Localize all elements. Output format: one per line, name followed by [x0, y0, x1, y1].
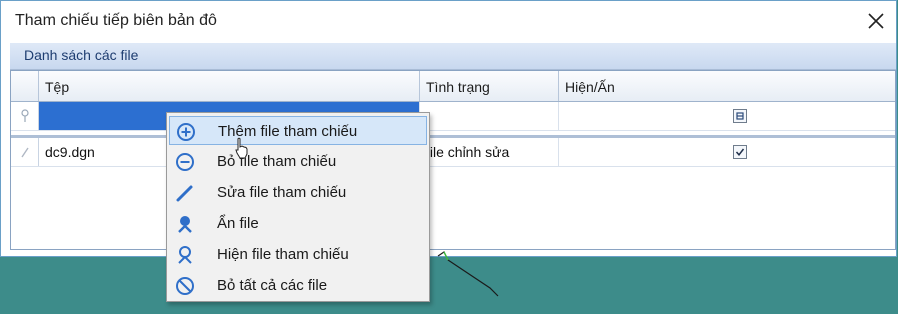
background-line-drawing — [437, 251, 499, 297]
row-indicator — [11, 138, 39, 166]
visible-checkbox[interactable] — [733, 145, 747, 159]
menu-item-label: Ẩn file — [217, 215, 259, 232]
file-grid: Tệp Tình trạng Hiện/Ấn dc9.dgn file chỉn… — [10, 70, 896, 250]
file-list-group-header: Danh sách các file — [10, 43, 896, 70]
menu-item-remove-reference[interactable]: Bỏ file tham chiếu — [169, 147, 427, 176]
column-header-status[interactable]: Tình trạng — [420, 71, 559, 101]
pin-show-icon — [178, 246, 192, 264]
status-cell[interactable] — [420, 102, 559, 130]
window-title: Tham chiếu tiếp biên bản đô — [15, 12, 217, 29]
context-menu: Thêm file tham chiếu Bỏ file tham chiếu … — [166, 112, 430, 302]
minus-circle-icon — [176, 153, 194, 171]
reference-file-dialog: Tham chiếu tiếp biên bản đô Danh sách cá… — [0, 0, 897, 257]
column-header-visible[interactable]: Hiện/Ấn — [559, 71, 895, 101]
menu-item-label: Hiện file tham chiếu — [217, 246, 349, 263]
pin-hide-icon — [178, 216, 192, 233]
close-button[interactable] — [862, 7, 890, 35]
menu-item-show-reference[interactable]: Hiện file tham chiếu — [169, 240, 427, 269]
group-label: Danh sách các file — [24, 47, 139, 63]
visible-checkbox[interactable] — [733, 109, 747, 123]
plus-circle-icon — [177, 123, 195, 141]
menu-item-add-reference[interactable]: Thêm file tham chiếu — [169, 116, 427, 145]
partial-check-icon — [736, 112, 744, 120]
menu-item-hide-file[interactable]: Ẩn file — [169, 209, 427, 238]
checkmark-icon — [735, 148, 745, 156]
column-header-file[interactable]: Tệp — [39, 71, 420, 101]
visible-cell[interactable] — [559, 102, 895, 130]
visible-cell[interactable] — [559, 138, 895, 166]
menu-item-edit-reference[interactable]: Sửa file tham chiếu — [169, 178, 427, 207]
pencil-icon — [176, 185, 193, 202]
menu-item-label: Sửa file tham chiếu — [217, 184, 347, 201]
menu-item-label: Bỏ tất cả các file — [217, 277, 328, 294]
new-row-indicator — [11, 102, 39, 130]
no-entry-icon — [176, 277, 194, 295]
grid-header: Tệp Tình trạng Hiện/Ấn — [11, 71, 895, 102]
table-row[interactable] — [11, 102, 895, 131]
title-bar: Tham chiếu tiếp biên bản đô — [1, 1, 896, 41]
new-row-icon — [20, 109, 29, 122]
table-row[interactable]: dc9.dgn file chỉnh sửa — [11, 138, 895, 167]
mouse-cursor-icon — [235, 137, 248, 159]
close-icon — [868, 13, 884, 29]
pencil-row-icon — [20, 147, 29, 158]
header-corner — [11, 71, 39, 101]
menu-item-remove-all[interactable]: Bỏ tất cả các file — [169, 271, 427, 300]
status-cell[interactable]: file chỉnh sửa — [420, 138, 559, 166]
